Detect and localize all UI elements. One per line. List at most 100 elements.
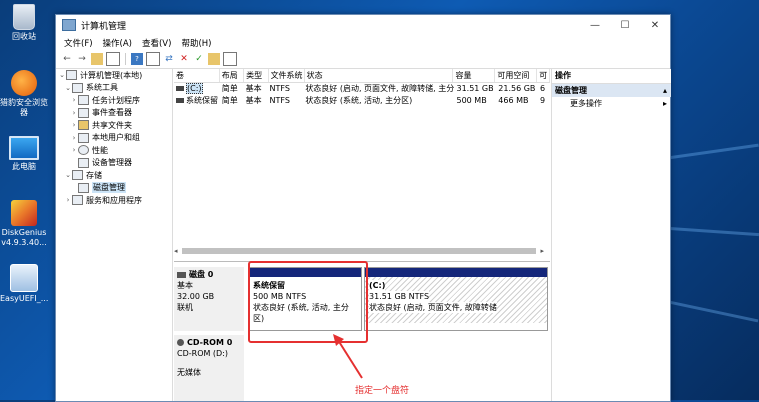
tree-item-storage[interactable]: ⌄ 存储 — [56, 169, 172, 182]
show-hide-tree-icon[interactable] — [106, 52, 120, 66]
tree-item-computer-management[interactable]: ⌄ 计算机管理(本地) — [56, 69, 172, 82]
tree-item-label: 系统工具 — [86, 83, 118, 93]
back-icon[interactable]: ← — [61, 53, 73, 65]
horizontal-scrollbar[interactable]: ◂ ▸ — [174, 247, 544, 255]
minimize-button[interactable]: — — [580, 15, 610, 35]
tree-item-event-viewer[interactable]: › 事件查看器 — [56, 107, 172, 120]
chevron-right-icon: ▸ — [662, 99, 667, 108]
device-manager-icon — [78, 157, 89, 168]
view-icon[interactable] — [223, 52, 237, 66]
maximize-button[interactable]: ☐ — [610, 15, 640, 35]
column-header-volume[interactable]: 卷 — [174, 69, 220, 82]
tree-item-disk-management[interactable]: 磁盘管理 — [56, 182, 172, 195]
check-icon[interactable]: ✓ — [193, 53, 205, 65]
easyuefi-icon — [10, 264, 38, 292]
disk-size: 32.00 GB — [177, 292, 215, 301]
actions-section-disk-management[interactable]: 磁盘管理 ▴ — [552, 84, 671, 97]
clock-icon — [78, 95, 89, 106]
desktop-icon-diskgenius[interactable]: DiskGenius v4.9.3.40... — [0, 200, 48, 248]
actions-header: 操作 — [552, 69, 671, 84]
scroll-right-icon[interactable]: ▸ — [540, 247, 544, 255]
chevron-right-icon[interactable]: › — [70, 134, 78, 142]
annotation-highlight-box — [248, 261, 368, 343]
menu-file[interactable]: 文件(F) — [59, 37, 98, 49]
tree-item-label: 事件查看器 — [92, 108, 132, 118]
chevron-right-icon[interactable]: › — [70, 109, 78, 117]
chevron-right-icon[interactable]: › — [64, 196, 72, 204]
actions-pane: 操作 磁盘管理 ▴ 更多操作 ▸ — [551, 69, 671, 401]
column-header-type[interactable]: 类型 — [244, 69, 269, 82]
computer-icon — [9, 136, 39, 160]
table-row[interactable]: 系统保留 简单 基本 NTFS 状态良好 (系统, 活动, 主分区) 500 M… — [174, 95, 550, 107]
tree-item-shared-folders[interactable]: › 共享文件夹 — [56, 119, 172, 132]
desktop-icon-recycle-bin[interactable]: 回收站 — [0, 4, 48, 42]
volume-icon — [176, 86, 184, 91]
scroll-left-icon[interactable]: ◂ — [174, 247, 178, 255]
connect-icon[interactable]: ⇄ — [163, 53, 175, 65]
cell-layout: 简单 — [221, 84, 238, 93]
chevron-right-icon[interactable]: › — [70, 146, 78, 154]
computer-icon — [66, 70, 77, 81]
partition-color-bar — [365, 268, 547, 277]
disk-status: 联机 — [177, 303, 193, 312]
chevron-down-icon[interactable]: ⌄ — [64, 171, 72, 179]
tree-item-system-tools[interactable]: ⌄ 系统工具 — [56, 82, 172, 95]
column-header-layout[interactable]: 布局 — [220, 69, 245, 82]
scrollbar-thumb[interactable] — [181, 248, 537, 254]
chevron-down-icon[interactable]: ⌄ — [58, 71, 66, 79]
cell-free-space: 466 MB — [498, 96, 529, 105]
cdrom-0-label[interactable]: CD-ROM 0 CD-ROM (D:) 无媒体 — [174, 335, 244, 401]
tree-item-label: 计算机管理(本地) — [80, 70, 143, 80]
partition-name: (C:) — [369, 280, 386, 291]
browser-icon — [11, 70, 37, 96]
collapse-up-icon[interactable]: ▴ — [663, 84, 667, 97]
column-header-status[interactable]: 状态 — [305, 69, 454, 82]
cdrom-icon — [177, 339, 184, 346]
tree-item-task-scheduler[interactable]: › 任务计划程序 — [56, 94, 172, 107]
column-header-capacity[interactable]: 容量 — [453, 69, 496, 82]
tree-item-device-manager[interactable]: 设备管理器 — [56, 157, 172, 170]
navigation-tree: ⌄ 计算机管理(本地) ⌄ 系统工具 › 任务计划程序 › 事件查看器 › 共享… — [56, 69, 173, 401]
open-icon[interactable] — [208, 53, 220, 65]
desktop-icon-label: 回收站 — [12, 32, 36, 41]
column-header-filesystem[interactable]: 文件系统 — [269, 69, 305, 82]
disk-management-icon — [78, 182, 89, 193]
tree-item-label: 磁盘管理 — [92, 182, 126, 194]
menu-help[interactable]: 帮助(H) — [176, 37, 216, 49]
disk-icon — [177, 271, 186, 278]
desktop-icon-this-pc[interactable]: 此电脑 — [0, 136, 48, 172]
tree-item-label: 服务和应用程序 — [86, 195, 142, 205]
cell-percent-free: 9 — [540, 96, 546, 105]
computer-management-icon — [62, 19, 76, 31]
partition-c-drive[interactable]: (C:) 31.51 GB NTFS 状态良好 (启动, 页面文件, 故障转储 — [364, 267, 548, 331]
help-icon[interactable]: ? — [131, 53, 143, 65]
column-header-free-space[interactable]: 可用空间 — [495, 69, 538, 82]
desktop-icon-browser[interactable]: 猎豹安全浏览器 — [0, 70, 48, 118]
column-header-percent-free[interactable]: 可 — [537, 69, 550, 82]
properties-icon[interactable] — [146, 52, 160, 66]
close-button[interactable]: ✕ — [640, 15, 670, 35]
desktop-icon-easyuefi[interactable]: EasyUEFI_... — [0, 264, 48, 304]
cell-capacity: 500 MB — [456, 96, 487, 105]
chevron-right-icon[interactable]: › — [70, 121, 78, 129]
chevron-down-icon[interactable]: ⌄ — [64, 84, 72, 92]
title-bar[interactable]: 计算机管理 — ☐ ✕ — [56, 15, 670, 35]
forward-icon[interactable]: → — [76, 53, 88, 65]
menu-view[interactable]: 查看(V) — [137, 37, 176, 49]
tree-item-label: 存储 — [86, 170, 102, 180]
cell-volume: (C:) — [174, 83, 220, 95]
tree-item-local-users[interactable]: › 本地用户和组 — [56, 132, 172, 145]
disk-0-label[interactable]: 磁盘 0 基本 32.00 GB 联机 — [174, 267, 244, 331]
chevron-right-icon[interactable]: › — [70, 96, 78, 104]
up-folder-icon[interactable] — [91, 53, 103, 65]
more-actions-item[interactable]: 更多操作 ▸ — [552, 97, 671, 110]
tree-item-label: 性能 — [92, 145, 108, 155]
tree-item-label: 设备管理器 — [92, 158, 132, 168]
tree-item-performance[interactable]: › 性能 — [56, 144, 172, 157]
tree-item-services-apps[interactable]: › 服务和应用程序 — [56, 194, 172, 207]
menu-action[interactable]: 操作(A) — [98, 37, 137, 49]
cell-volume-text: (C:) — [186, 83, 203, 94]
performance-icon — [78, 145, 89, 156]
delete-icon[interactable]: ✕ — [178, 53, 190, 65]
table-row[interactable]: (C:) 简单 基本 NTFS 状态良好 (启动, 页面文件, 故障转储, 主分… — [174, 83, 550, 95]
